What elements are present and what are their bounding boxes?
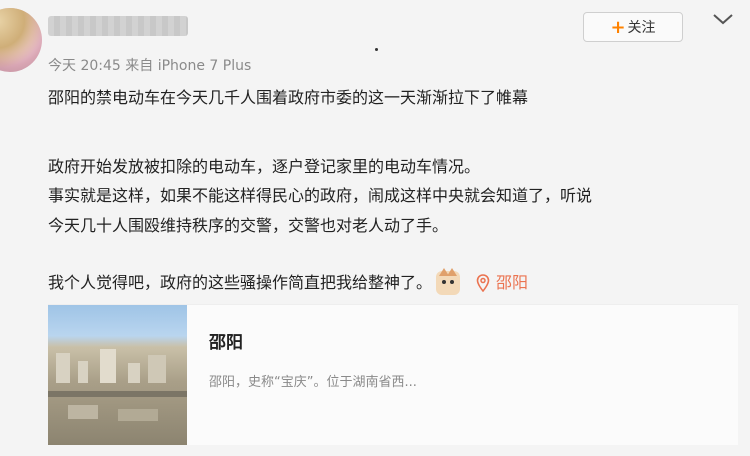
post-line-4: 今天几十人围殴维持秩序的交警，交警也对老人动了手。 — [48, 215, 449, 235]
cat-emoji-icon — [436, 268, 461, 295]
city-thumbnail — [48, 305, 187, 445]
location-label: 邵阳 — [496, 273, 529, 292]
follow-label: 关注 — [627, 20, 656, 36]
location-pin-icon — [476, 274, 490, 292]
post-line-3: 事实就是这样，如果不能这样得民心的政府，闹成这样中央就会知道了，听说 — [48, 186, 593, 205]
avatar-image — [0, 8, 42, 72]
chevron-down-icon[interactable] — [712, 12, 734, 26]
stray-dot — [375, 48, 378, 51]
avatar[interactable] — [0, 8, 42, 72]
post-line-5: 我个人觉得吧，政府的这些骚操作简直把我给整神了。 — [48, 273, 433, 292]
post-text: 邵阳的禁电动车在今天几千人围着政府市委的这一天渐渐拉下了帷幕 政府开始发放被扣除… — [48, 86, 738, 238]
card-title: 邵阳 — [209, 333, 243, 353]
location-link[interactable]: 邵阳 — [476, 271, 528, 295]
post-last-line: 我个人觉得吧，政府的这些骚操作简直把我给整神了。 邵阳 — [48, 268, 528, 295]
plus-icon: + — [610, 16, 626, 38]
post-line-2: 政府开始发放被扣除的电动车，逐户登记家里的电动车情况。 — [48, 156, 481, 176]
card-description: 邵阳，史称“宝庆”。位于湖南省西... — [209, 375, 417, 390]
post-meta: 今天 20:45 来自 iPhone 7 Plus — [48, 58, 252, 74]
post-line-1: 邵阳的禁电动车在今天几千人围着政府市委的这一天渐渐拉下了帷幕 — [48, 88, 529, 107]
username-redacted[interactable] — [48, 16, 188, 36]
follow-button[interactable]: + 关注 — [583, 12, 683, 42]
location-card[interactable]: 邵阳 邵阳，史称“宝庆”。位于湖南省西... — [48, 304, 738, 445]
